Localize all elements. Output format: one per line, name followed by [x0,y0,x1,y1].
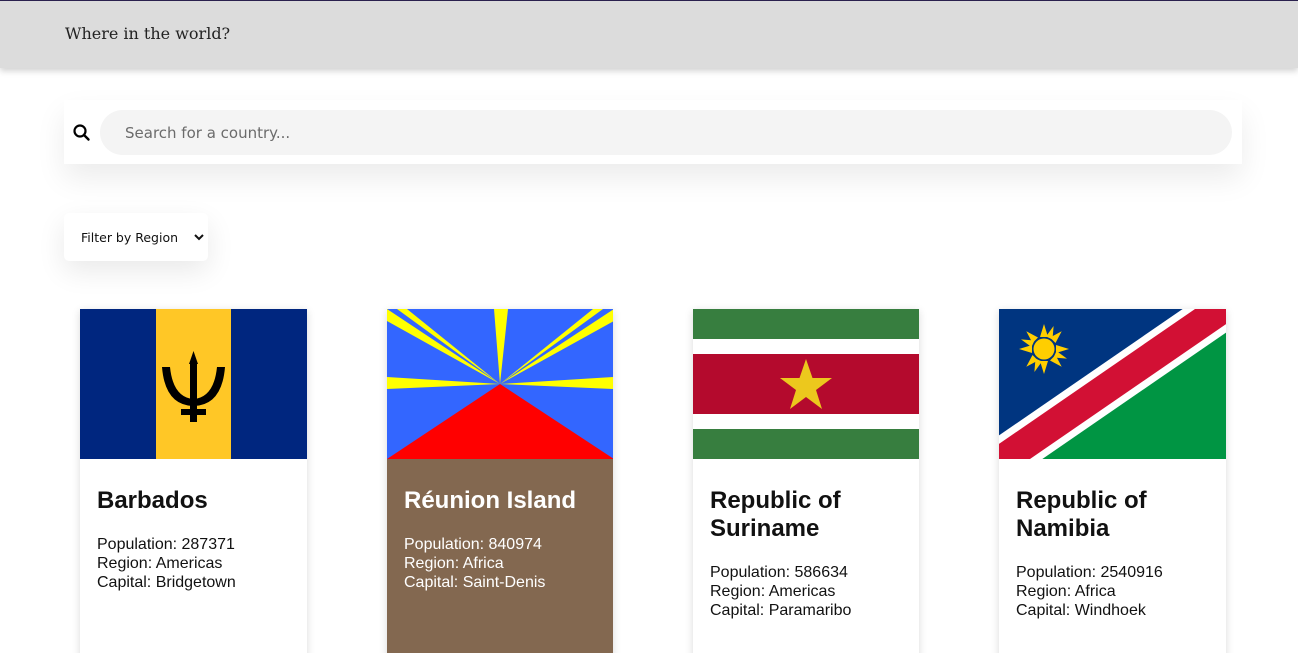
country-population: Population: 2540916 [1016,564,1163,581]
country-population: Population: 287371 [97,536,235,553]
country-details: Population: 586634 Region: Americas Capi… [710,563,902,620]
app-title: Where in the world? [65,24,231,43]
region-filter-select[interactable]: Filter by Region [64,213,208,261]
country-region: Region: Americas [710,583,836,600]
country-capital: Capital: Bridgetown [97,574,236,591]
suriname-flag-icon [693,309,919,459]
country-population: Population: 586634 [710,564,848,581]
country-card-reunion[interactable]: Réunion Island Population: 840974 Region… [387,309,613,653]
country-region: Region: Africa [404,555,504,572]
country-capital: Capital: Windhoek [1016,602,1146,619]
namibia-flag-icon [999,309,1226,459]
country-card-suriname[interactable]: Republic of Suriname Population: 586634 … [693,309,919,653]
country-region: Region: Africa [1016,583,1116,600]
country-capital: Capital: Paramaribo [710,602,852,619]
country-card-namibia[interactable]: Republic of Namibia Population: 2540916 … [999,309,1226,653]
country-population: Population: 840974 [404,536,542,553]
country-name: Réunion Island [404,487,577,514]
country-region: Region: Americas [97,555,223,572]
country-name: Republic of Suriname [710,487,841,542]
search-input[interactable] [100,110,1232,155]
reunion-flag-icon [387,309,613,459]
country-details: Population: 840974 Region: Africa Capita… [404,535,596,592]
country-details: Population: 2540916 Region: Africa Capit… [1016,563,1209,620]
country-details: Population: 287371 Region: Americas Capi… [97,535,290,592]
search-bar [64,100,1242,164]
chevron-down-icon [194,234,204,241]
barbados-flag-icon [80,309,307,459]
region-filter-label: Filter by Region [81,230,179,245]
country-name: Republic of Namibia [1016,487,1147,542]
country-card-barbados[interactable]: Barbados Population: 287371 Region: Amer… [80,309,307,653]
country-name: Barbados [97,487,208,514]
search-icon[interactable] [72,123,92,143]
country-capital: Capital: Saint-Denis [404,574,546,591]
app-header: Where in the world? [0,1,1298,68]
